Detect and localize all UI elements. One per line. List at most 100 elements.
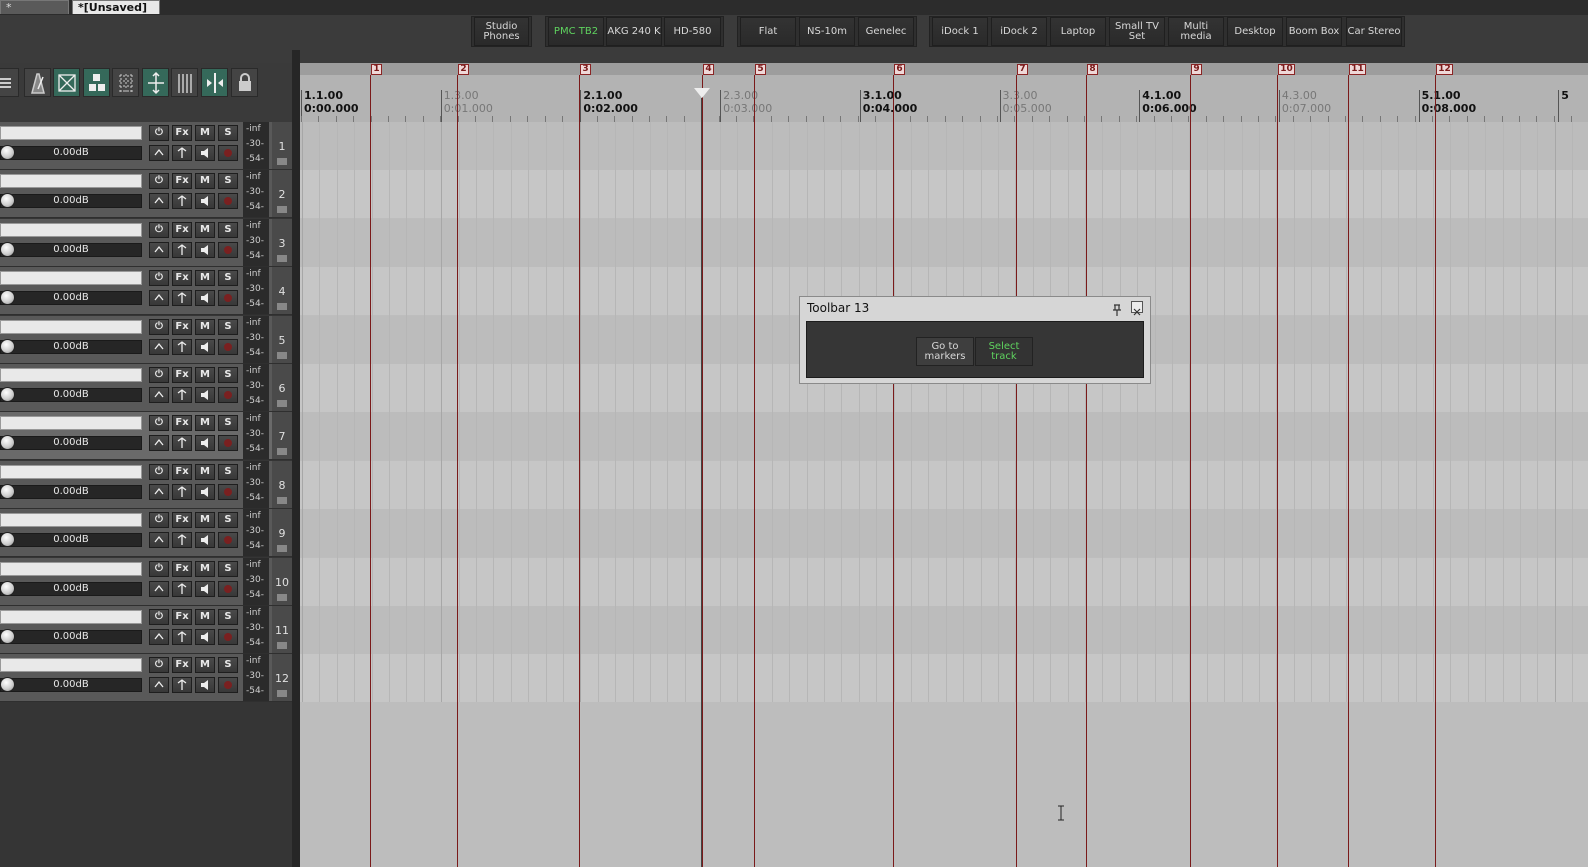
folder-icon[interactable] (277, 206, 287, 214)
volume-fader[interactable]: 0.00dB (0, 146, 142, 160)
monitor-speaker-icon[interactable] (195, 290, 215, 307)
record-arm-power-icon[interactable]: ⏻ (149, 221, 169, 238)
track-name-field[interactable] (0, 126, 142, 140)
volume-knob[interactable] (0, 629, 15, 644)
track-header[interactable]: 0.00dB ⏻ Fx M S -inf -30- -54- 4 (0, 267, 292, 316)
folder-icon[interactable] (277, 254, 287, 262)
track-header[interactable]: 0.00dB ⏻ Fx M S -inf -30- -54- 6 (0, 364, 292, 412)
solo-button[interactable]: S (218, 657, 238, 674)
monitor-preset-button[interactable]: NS-10m (799, 17, 855, 46)
record-arm-power-icon[interactable]: ⏻ (149, 415, 169, 432)
go-to-markers-button[interactable]: Go to markers (916, 337, 974, 366)
folder-icon[interactable] (277, 642, 287, 649)
track-header[interactable]: 0.00dB ⏻ Fx M S -inf -30- -54- 7 (0, 412, 292, 461)
volume-fader[interactable]: 0.00dB (0, 581, 142, 596)
solo-button[interactable]: S (218, 512, 238, 529)
toolbar-button[interactable] (171, 68, 198, 97)
volume-knob[interactable] (0, 338, 15, 354)
folder-icon[interactable] (277, 303, 287, 311)
routing-icon[interactable] (172, 532, 192, 549)
track-header[interactable]: 0.00dB ⏻ Fx M S -inf -30- -54- 11 (0, 606, 292, 654)
track-header[interactable]: 0.00dB ⏻ Fx M S -inf -30- -54- 9 (0, 509, 292, 558)
solo-button[interactable]: S (218, 367, 238, 383)
mute-button[interactable]: M (195, 512, 215, 529)
folder-icon[interactable] (277, 545, 287, 553)
record-arm-icon[interactable] (218, 193, 238, 210)
solo-button[interactable]: S (218, 270, 238, 287)
monitor-speaker-icon[interactable] (195, 483, 215, 500)
toolbar-button[interactable] (53, 68, 80, 97)
mute-button[interactable]: M (195, 609, 215, 625)
routing-icon[interactable] (172, 435, 192, 452)
record-arm-icon[interactable] (218, 629, 238, 645)
track-name-field[interactable] (0, 271, 142, 286)
toolbar-button[interactable] (201, 68, 228, 97)
mute-button[interactable]: M (195, 367, 215, 383)
fx-button[interactable]: Fx (172, 173, 192, 190)
record-arm-power-icon[interactable]: ⏻ (149, 318, 169, 335)
volume-knob[interactable] (0, 483, 15, 499)
record-arm-power-icon[interactable]: ⏻ (149, 270, 169, 287)
track-name-field[interactable] (0, 513, 142, 528)
routing-icon[interactable] (172, 629, 192, 645)
record-arm-icon[interactable] (218, 145, 238, 161)
record-arm-icon[interactable] (218, 483, 238, 500)
volume-fader[interactable]: 0.00dB (0, 339, 142, 354)
solo-button[interactable]: S (218, 560, 238, 577)
mute-button[interactable]: M (195, 560, 215, 577)
project-marker[interactable]: 10 (1278, 64, 1295, 75)
volume-fader[interactable]: 0.00dB (0, 678, 142, 693)
fx-button[interactable]: Fx (172, 221, 192, 238)
monitor-speaker-icon[interactable] (195, 387, 215, 403)
mute-button[interactable]: M (195, 318, 215, 335)
record-arm-icon[interactable] (218, 338, 238, 355)
toolbar-button[interactable] (24, 68, 51, 97)
envelope-icon[interactable] (149, 435, 169, 452)
track-name-field[interactable] (0, 610, 142, 624)
mute-button[interactable]: M (195, 415, 215, 432)
toolbar-button[interactable] (142, 68, 169, 97)
monitor-preset-button[interactable]: AKG 240 K (606, 17, 662, 46)
folder-icon[interactable] (277, 400, 287, 407)
monitor-preset-button[interactable]: PMC TB2 (548, 17, 604, 46)
monitor-speaker-icon[interactable] (195, 580, 215, 597)
envelope-icon[interactable] (149, 145, 169, 161)
monitor-preset-button[interactable]: Laptop (1050, 17, 1106, 46)
envelope-icon[interactable] (149, 629, 169, 645)
record-arm-power-icon[interactable]: ⏻ (149, 173, 169, 190)
record-arm-icon[interactable] (218, 241, 238, 258)
project-marker[interactable]: 11 (1349, 64, 1366, 75)
fx-button[interactable]: Fx (172, 560, 192, 577)
project-marker[interactable]: 3 (580, 64, 591, 75)
record-arm-icon[interactable] (218, 387, 238, 403)
folder-icon[interactable] (277, 158, 287, 165)
monitor-preset-button[interactable]: Studio Phones (474, 17, 529, 46)
folder-icon[interactable] (277, 593, 287, 601)
record-arm-icon[interactable] (218, 435, 238, 452)
record-arm-icon[interactable] (218, 290, 238, 307)
fx-button[interactable]: Fx (172, 270, 192, 287)
monitor-preset-button[interactable]: HD-580 (664, 17, 721, 46)
record-arm-power-icon[interactable]: ⏻ (149, 512, 169, 529)
track-name-field[interactable] (0, 561, 142, 576)
mute-button[interactable]: M (195, 463, 215, 480)
marker-lane[interactable]: 1 2 3 4 5 6 7 8 9 10 11 12 (300, 63, 1588, 75)
mute-button[interactable]: M (195, 270, 215, 287)
track-header[interactable]: 0.00dB ⏻ Fx M S -inf -30- -54- 2 (0, 170, 292, 219)
monitor-speaker-icon[interactable] (195, 435, 215, 452)
monitor-preset-button[interactable]: Genelec (858, 17, 914, 46)
monitor-speaker-icon[interactable] (195, 677, 215, 694)
track-name-field[interactable] (0, 319, 142, 334)
record-arm-icon[interactable] (218, 532, 238, 549)
volume-knob[interactable] (0, 241, 15, 257)
timeline-ruler[interactable]: 1 2 3 4 5 6 7 8 9 10 11 12 1.1.00 0:00.000 1.3.00 0:01… (300, 63, 1588, 122)
fx-button[interactable]: Fx (172, 609, 192, 625)
volume-knob[interactable] (0, 145, 15, 160)
monitor-preset-button[interactable]: Flat (740, 17, 796, 46)
record-arm-power-icon[interactable]: ⏻ (149, 560, 169, 577)
fx-button[interactable]: Fx (172, 512, 192, 529)
volume-fader[interactable]: 0.00dB (0, 484, 142, 499)
fx-button[interactable]: Fx (172, 463, 192, 480)
project-tab[interactable]: *[Unsaved] (0, 0, 69, 28)
routing-icon[interactable] (172, 580, 192, 597)
